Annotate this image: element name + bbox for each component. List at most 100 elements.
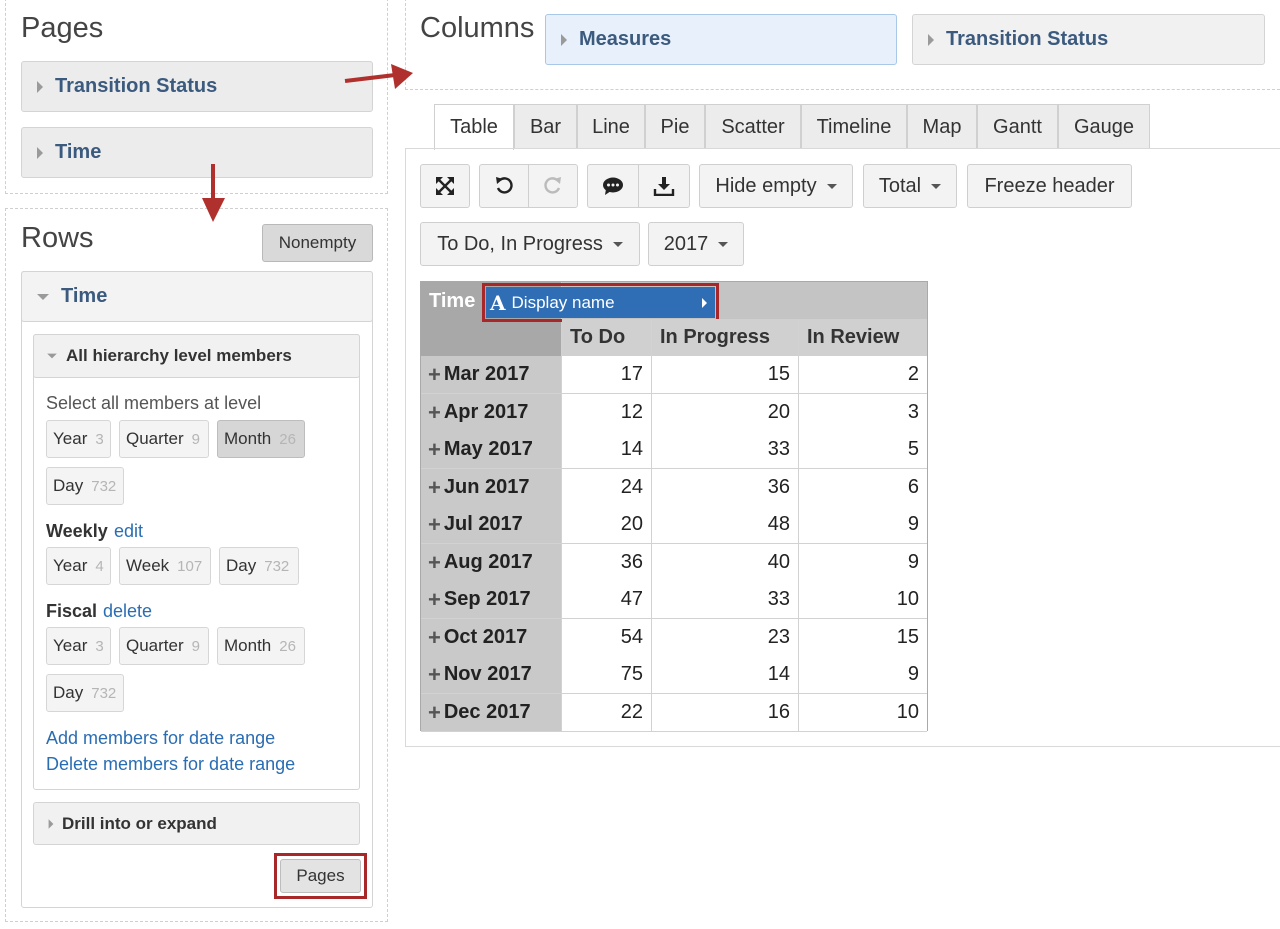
delete-date-range-link[interactable]: Delete members for date range [46,754,295,775]
pages-item-transition-status[interactable]: Transition Status [21,61,373,112]
table-cell: 3 [799,394,927,432]
redo-button[interactable] [528,164,578,208]
level-chip-quarter[interactable]: Quarter 9 [119,420,209,458]
weekly-chip-week[interactable]: Week 107 [119,547,211,585]
fullscreen-button[interactable] [420,164,470,208]
table-cell: 14 [562,431,652,469]
tab-gantt[interactable]: Gantt [977,104,1058,149]
level-name: Month [224,429,272,448]
export-button[interactable] [638,164,690,208]
row-header-label: Jul 2017 [443,513,523,535]
tab-table[interactable]: Table [434,104,514,150]
weekly-edit-link[interactable]: edit [114,521,143,542]
hierarchy-header[interactable]: All hierarchy level members [33,334,360,378]
level-chip-day[interactable]: Day 732 [46,467,124,505]
tab-map[interactable]: Map [907,104,977,149]
expand-plus-icon[interactable]: + [428,475,441,501]
text-format-icon: A [490,290,506,315]
expand-plus-icon[interactable]: + [428,587,441,613]
tab-line[interactable]: Line [577,104,645,149]
column-header-in-progress[interactable]: In Progress [652,319,799,357]
freeze-header-button[interactable]: Freeze header [967,164,1132,208]
row-header[interactable]: + Jul 2017 [421,506,562,544]
row-header[interactable]: + May 2017 [421,431,562,469]
chevron-down-icon [826,183,837,189]
total-dropdown[interactable]: Total [863,164,957,208]
level-chip-month[interactable]: Month 26 [217,420,305,458]
table-cell: 33 [652,581,799,619]
drill-expand-header[interactable]: Drill into or expand [33,802,360,845]
pages-title: Pages [21,12,104,44]
row-header[interactable]: + Apr 2017 [421,394,562,432]
expand-plus-icon[interactable]: + [428,700,441,726]
column-header-to-do[interactable]: To Do [562,319,652,357]
level-count: 3 [95,430,104,448]
columns-item-transition-status[interactable]: Transition Status [912,14,1265,65]
weekly-chip-year[interactable]: Year 4 [46,547,111,585]
fiscal-chip-quarter[interactable]: Quarter 9 [119,627,209,665]
comment-button[interactable] [587,164,639,208]
fiscal-chip-day[interactable]: Day 732 [46,674,124,712]
expand-plus-icon[interactable]: + [428,437,441,463]
caret-right-icon [561,33,567,46]
arrow-to-rows [202,164,225,222]
add-date-range-link[interactable]: Add members for date range [46,728,275,749]
chevron-down-icon [718,241,729,247]
level-chip-year[interactable]: Year 3 [46,420,111,458]
weekly-chip-day[interactable]: Day 732 [219,547,299,585]
table-cell: 12 [562,394,652,432]
hierarchy-header-label: All hierarchy level members [66,346,292,365]
pages-item-time[interactable]: Time [21,127,373,178]
fiscal-delete-link[interactable]: delete [103,601,152,622]
redo-icon [544,177,561,194]
rows-title: Rows [21,222,94,254]
expand-plus-icon[interactable]: + [428,662,441,688]
row-header[interactable]: + Oct 2017 [421,619,562,657]
expand-plus-icon[interactable]: + [428,512,441,538]
caret-right-icon [37,80,43,93]
columns-item-measures[interactable]: Measures [545,14,897,65]
table-cell: 9 [799,544,927,582]
tab-pie[interactable]: Pie [645,104,705,149]
level-count: 9 [191,637,200,655]
year-filter-label: 2017 [663,232,709,255]
row-header[interactable]: + Nov 2017 [421,656,562,694]
fiscal-chip-year[interactable]: Year 3 [46,627,111,665]
expand-plus-icon[interactable]: + [428,625,441,651]
expand-plus-icon[interactable]: + [428,400,441,426]
tab-timeline[interactable]: Timeline [801,104,907,149]
select-all-label: Select all members at level [46,393,262,413]
level-count: 732 [91,477,117,495]
column-header-in-review[interactable]: In Review [799,319,927,357]
comment-icon [603,177,623,195]
expand-plus-icon[interactable]: + [428,362,441,388]
undo-button[interactable] [479,164,529,208]
fiscal-chip-month[interactable]: Month 26 [217,627,305,665]
expand-plus-icon[interactable]: + [428,550,441,576]
hide-empty-dropdown[interactable]: Hide empty [699,164,853,208]
table-cell: 48 [652,506,799,544]
download-icon [653,177,675,196]
row-header[interactable]: + Aug 2017 [421,544,562,582]
tab-gauge[interactable]: Gauge [1058,104,1150,149]
display-name-popup[interactable]: A Display name [486,287,715,318]
level-count: 107 [177,557,203,575]
table-cell: 75 [562,656,652,694]
tab-scatter[interactable]: Scatter [705,104,801,149]
table-cell: 10 [799,694,927,732]
row-header[interactable]: + Mar 2017 [421,356,562,394]
pages-button[interactable]: Pages [280,859,361,893]
rows-time-header[interactable]: Time [21,271,373,322]
table-cell: 9 [799,656,927,694]
chevron-down-icon [931,183,942,189]
row-header[interactable]: + Sep 2017 [421,581,562,619]
table-cell: 17 [562,356,652,394]
tab-bar[interactable]: Bar [514,104,577,149]
rows-time-label: Time [61,285,108,307]
pages-item-label: Transition Status [55,75,218,97]
status-filter-dropdown[interactable]: To Do, In Progress [420,222,640,266]
nonempty-button[interactable]: Nonempty [262,224,373,262]
year-filter-dropdown[interactable]: 2017 [648,222,744,266]
row-header[interactable]: + Jun 2017 [421,469,562,507]
row-header[interactable]: + Dec 2017 [421,694,562,732]
